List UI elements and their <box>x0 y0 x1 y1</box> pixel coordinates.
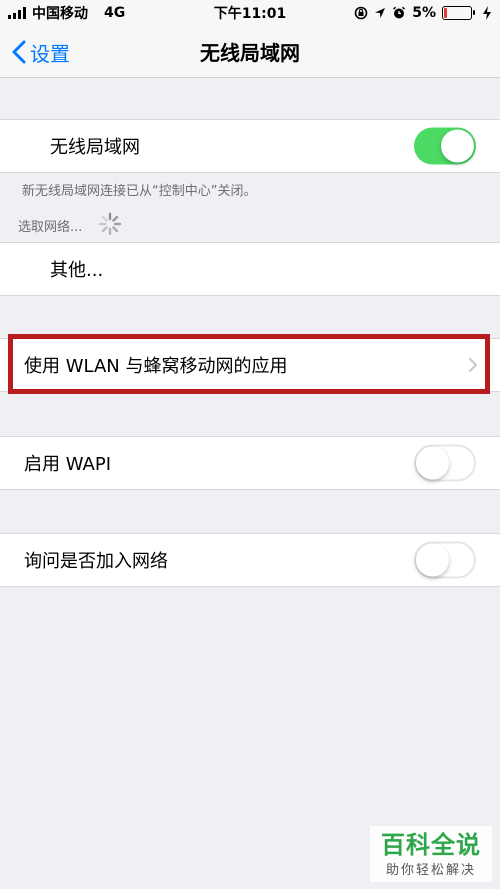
location-icon <box>375 8 386 18</box>
ask-join-label: 询问是否加入网络 <box>24 551 168 572</box>
loading-spinner-icon <box>98 212 122 236</box>
battery-icon <box>442 6 475 20</box>
charging-icon <box>483 6 491 20</box>
orientation-lock-icon <box>354 6 368 20</box>
wapi-toggle-knob <box>416 446 449 480</box>
wifi-label: 无线局域网 <box>50 137 140 158</box>
battery-percent: 5% <box>412 5 436 21</box>
alarm-icon <box>393 6 406 19</box>
back-label: 设置 <box>30 41 70 66</box>
ask-join-group: 询问是否加入网络 <box>0 533 500 587</box>
wapi-label: 启用 WAPI <box>24 454 112 475</box>
wifi-row: 无线局域网 <box>0 120 500 172</box>
watermark-title: 百科全说 <box>381 830 481 859</box>
other-network-group: 其他... <box>0 242 500 296</box>
wapi-row: 启用 WAPI <box>0 437 500 489</box>
page-title: 无线局域网 <box>200 41 300 65</box>
wifi-toggle[interactable] <box>414 127 476 165</box>
watermark-subtitle: 助你轻松解决 <box>385 862 476 878</box>
network-type: 4G <box>104 5 126 21</box>
wapi-toggle[interactable] <box>414 444 476 482</box>
wapi-group: 启用 WAPI <box>0 436 500 490</box>
navigation-bar: 设置 无线局域网 <box>0 26 500 78</box>
signal-icon <box>8 7 26 19</box>
ask-join-toggle-knob <box>416 543 449 577</box>
other-network-row[interactable]: 其他... <box>0 243 500 295</box>
choose-network-label: 选取网络... <box>18 220 83 235</box>
ask-join-toggle[interactable] <box>414 541 476 579</box>
back-button[interactable]: 设置 <box>12 26 70 78</box>
wifi-control-center-note: 新无线局域网连接已从“控制中心”关闭。 <box>22 184 257 199</box>
status-right: 5% <box>354 5 492 21</box>
status-left: 中国移动 4G <box>8 3 125 23</box>
highlight-annotation-box <box>8 334 490 394</box>
status-bar: 中国移动 4G 下午11:01 5% <box>0 0 500 26</box>
carrier-name: 中国移动 <box>32 6 88 22</box>
wifi-toggle-knob <box>441 129 474 163</box>
chevron-left-icon <box>12 40 26 64</box>
wifi-group: 无线局域网 <box>0 119 500 173</box>
other-network-label: 其他... <box>50 260 104 281</box>
ask-join-row: 询问是否加入网络 <box>0 534 500 586</box>
watermark-logo: 百科全说 助你轻松解决 <box>370 826 492 882</box>
